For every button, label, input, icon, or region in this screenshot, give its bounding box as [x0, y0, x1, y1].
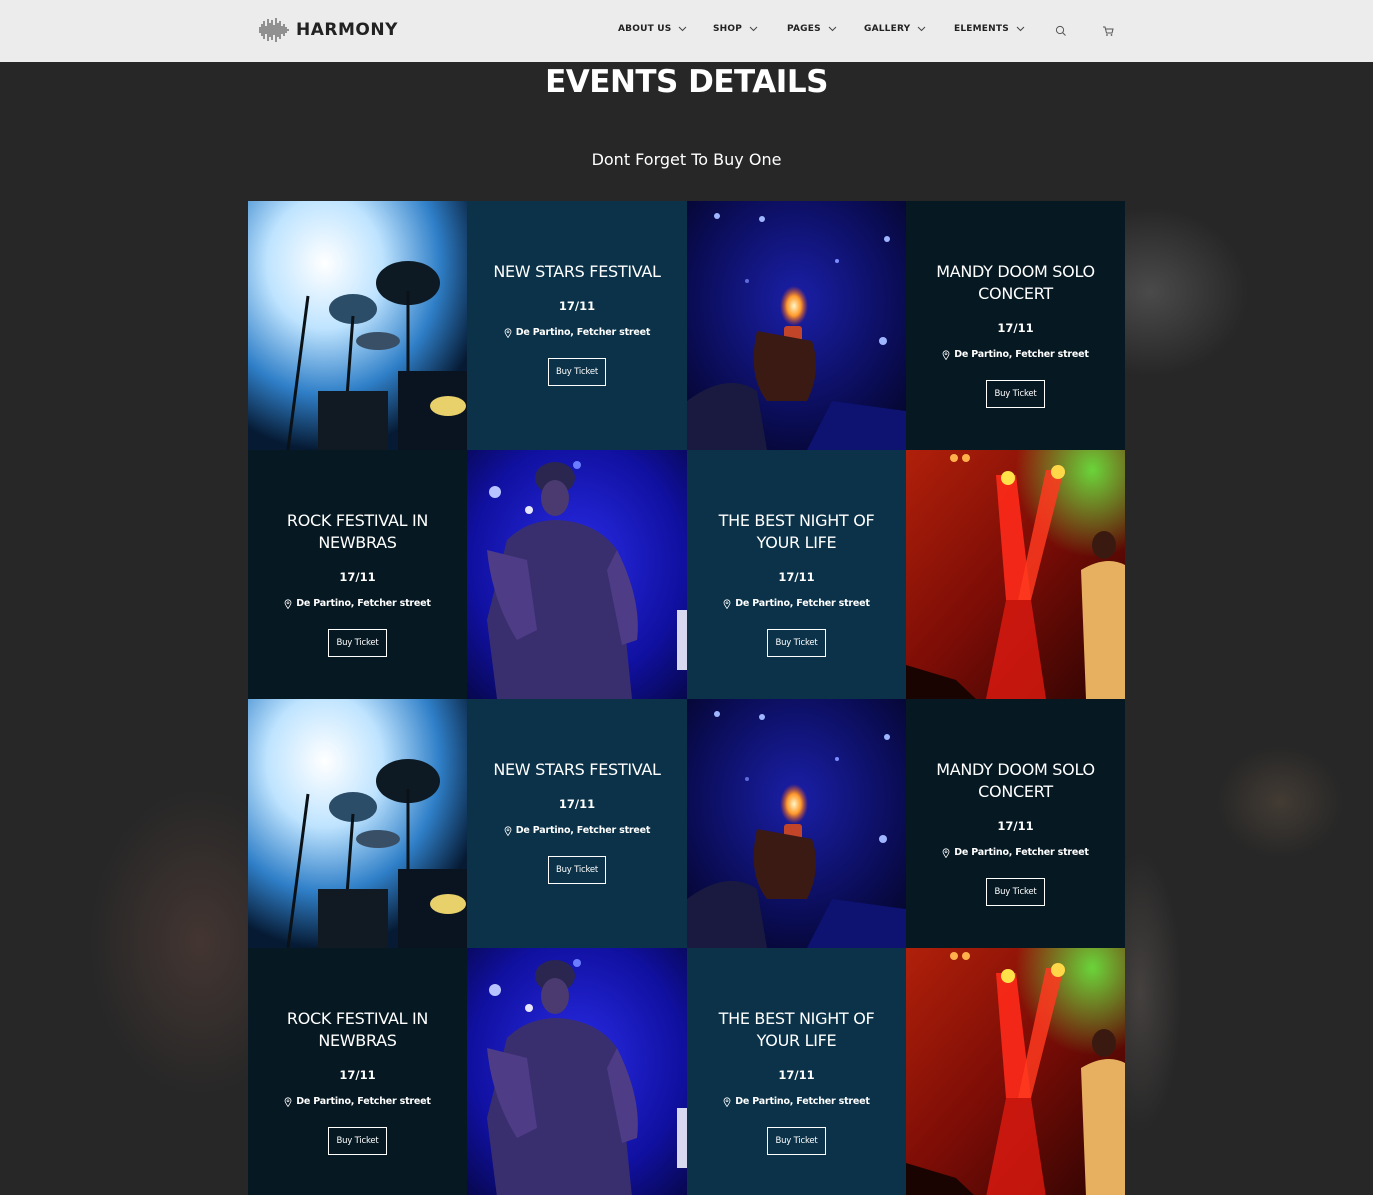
event-title: THE BEST NIGHT OF YOUR LIFE [718, 1009, 875, 1050]
event-date: 17/11 [339, 570, 376, 584]
map-pin-icon [942, 349, 950, 360]
event-location-text: De Partino, Fetcher street [735, 598, 870, 609]
cart-icon[interactable] [1102, 25, 1114, 37]
event-photo-red-lights [906, 450, 1125, 699]
map-pin-icon [723, 1096, 731, 1107]
event-title: MANDY DOOM SOLO CONCERT [936, 262, 1095, 303]
site-header: HARMONY ABOUT US SHOP PAGES GALLERY ELEM… [0, 0, 1373, 62]
buy-ticket-button[interactable]: Buy Ticket [547, 358, 607, 386]
event-location: De Partino, Fetcher street [504, 327, 650, 338]
events-grid: NEW STARS FESTIVAL 17/11 De Partino, Fet… [248, 201, 1125, 1195]
event-title: NEW STARS FESTIVAL [493, 760, 661, 779]
page-title: EVENTS DETAILS [545, 64, 828, 100]
event-date: 17/11 [339, 1068, 376, 1082]
nav-shop[interactable]: SHOP [713, 24, 758, 34]
event-photo-singer [467, 948, 687, 1195]
nav-about-us-label: ABOUT US [618, 24, 672, 34]
buy-ticket-button[interactable]: Buy Ticket [767, 1127, 826, 1155]
event-location: De Partino, Fetcher street [284, 598, 431, 609]
event-location-text: De Partino, Fetcher street [954, 349, 1089, 360]
chevron-down-icon [749, 26, 758, 32]
event-card: NEW STARS FESTIVAL 17/11 De Partino, Fet… [467, 201, 687, 450]
event-photo-lighter [687, 201, 906, 450]
event-location-text: De Partino, Fetcher street [515, 825, 651, 836]
event-photo-lighter [687, 699, 906, 948]
event-location-text: De Partino, Fetcher street [515, 327, 651, 338]
event-location-text: De Partino, Fetcher street [735, 1096, 870, 1107]
event-card: THE BEST NIGHT OF YOUR LIFE 17/11 De Par… [687, 948, 906, 1195]
event-card: ROCK FESTIVAL IN NEWBRAS 17/11 De Partin… [248, 450, 467, 699]
event-title: ROCK FESTIVAL IN NEWBRAS [286, 511, 429, 552]
event-location: De Partino, Fetcher street [723, 1096, 870, 1107]
event-photo-drums [248, 699, 467, 948]
event-card: ROCK FESTIVAL IN NEWBRAS 17/11 De Partin… [248, 948, 467, 1195]
buy-ticket-button[interactable]: Buy Ticket [986, 878, 1045, 906]
nav-elements-label: ELEMENTS [954, 24, 1009, 34]
buy-ticket-button[interactable]: Buy Ticket [986, 380, 1045, 408]
event-date: 17/11 [778, 570, 815, 584]
event-photo-red-lights [906, 948, 1125, 1195]
map-pin-icon [284, 598, 292, 609]
event-card: MANDY DOOM SOLO CONCERT 17/11 De Partino… [906, 201, 1125, 450]
map-pin-icon [504, 327, 512, 338]
chevron-down-icon [828, 26, 837, 32]
event-location: De Partino, Fetcher street [723, 598, 870, 609]
event-location: De Partino, Fetcher street [942, 847, 1089, 858]
event-title: THE BEST NIGHT OF YOUR LIFE [718, 511, 875, 552]
event-card: THE BEST NIGHT OF YOUR LIFE 17/11 De Par… [687, 450, 906, 699]
nav-pages-label: PAGES [787, 24, 821, 34]
map-pin-icon [723, 598, 731, 609]
event-location: De Partino, Fetcher street [284, 1096, 431, 1107]
event-location-text: De Partino, Fetcher street [954, 847, 1089, 858]
search-icon[interactable] [1055, 25, 1067, 37]
event-photo-singer [467, 450, 687, 699]
event-title: ROCK FESTIVAL IN NEWBRAS [286, 1009, 429, 1050]
event-date: 17/11 [778, 1068, 815, 1082]
nav-gallery-label: GALLERY [864, 24, 911, 34]
chevron-down-icon [917, 26, 926, 32]
nav-elements[interactable]: ELEMENTS [954, 24, 1025, 34]
page-subtitle: Dont Forget To Buy One [591, 150, 782, 169]
buy-ticket-button[interactable]: Buy Ticket [547, 856, 607, 884]
chevron-down-icon [1016, 26, 1025, 32]
event-card: NEW STARS FESTIVAL 17/11 De Partino, Fet… [467, 699, 687, 948]
nav-about-us[interactable]: ABOUT US [618, 24, 687, 34]
event-title: NEW STARS FESTIVAL [493, 262, 661, 281]
event-date: 17/11 [558, 299, 596, 313]
event-date: 17/11 [997, 819, 1034, 833]
buy-ticket-button[interactable]: Buy Ticket [767, 629, 826, 657]
map-pin-icon [284, 1096, 292, 1107]
nav-gallery[interactable]: GALLERY [864, 24, 926, 34]
event-date: 17/11 [558, 797, 596, 811]
map-pin-icon [942, 847, 950, 858]
event-location-text: De Partino, Fetcher street [296, 598, 431, 609]
event-title: MANDY DOOM SOLO CONCERT [936, 760, 1095, 801]
event-photo-drums [248, 201, 467, 450]
event-location: De Partino, Fetcher street [942, 349, 1089, 360]
event-location-text: De Partino, Fetcher street [296, 1096, 431, 1107]
event-location: De Partino, Fetcher street [504, 825, 650, 836]
event-date: 17/11 [997, 321, 1034, 335]
map-pin-icon [504, 825, 512, 836]
event-card: MANDY DOOM SOLO CONCERT 17/11 De Partino… [906, 699, 1125, 948]
buy-ticket-button[interactable]: Buy Ticket [328, 1127, 387, 1155]
chevron-down-icon [679, 26, 687, 32]
nav-shop-label: SHOP [713, 24, 743, 34]
buy-ticket-button[interactable]: Buy Ticket [328, 629, 387, 657]
main-nav: ABOUT US SHOP PAGES GALLERY ELEMENTS [0, 24, 1373, 38]
nav-pages[interactable]: PAGES [787, 24, 837, 34]
